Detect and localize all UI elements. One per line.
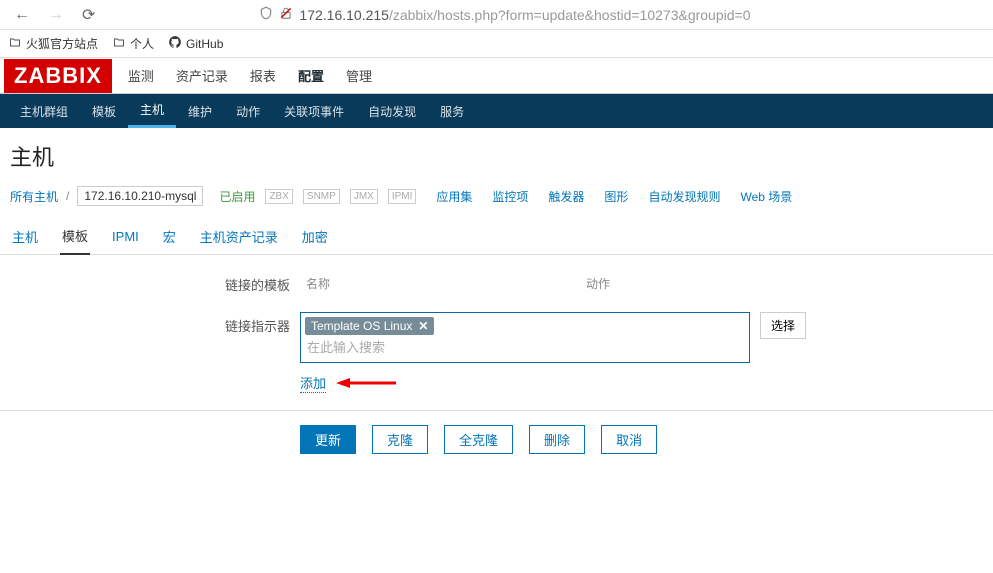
nav-monitoring[interactable]: 监测	[126, 58, 156, 93]
folder-icon	[112, 36, 126, 51]
link-web-scenarios[interactable]: Web 场景	[740, 188, 792, 205]
select-button[interactable]: 选择	[760, 312, 806, 339]
col-header-name: 名称	[300, 271, 580, 296]
bookmark-github[interactable]: GitHub	[168, 35, 223, 52]
proto-ipmi: IPMI	[388, 189, 417, 204]
tab-ipmi[interactable]: IPMI	[110, 223, 141, 252]
subnav-hostgroups[interactable]: 主机群组	[8, 94, 80, 128]
link-graphs[interactable]: 图形	[604, 188, 628, 205]
status-enabled: 已启用	[219, 188, 255, 205]
bookmark-firefox-official[interactable]: 火狐官方站点	[8, 35, 98, 52]
zabbix-logo[interactable]: ZABBIX	[4, 59, 112, 93]
insecure-lock-icon	[279, 6, 293, 23]
subnav-correlation[interactable]: 关联项事件	[272, 94, 356, 128]
subnav-actions[interactable]: 动作	[224, 94, 272, 128]
tab-templates[interactable]: 模板	[60, 220, 90, 255]
folder-icon	[8, 36, 22, 51]
template-tag-label: Template OS Linux	[311, 319, 412, 333]
delete-button[interactable]: 删除	[529, 425, 585, 454]
crumb-separator: /	[66, 189, 69, 203]
action-buttons: 更新 克隆 全克隆 删除 取消	[0, 410, 993, 454]
subnav-templates[interactable]: 模板	[80, 94, 128, 128]
arrow-annotation	[336, 375, 396, 394]
link-items[interactable]: 监控项	[492, 188, 528, 205]
bookmark-label: GitHub	[186, 37, 223, 51]
nav-inventory[interactable]: 资产记录	[174, 58, 230, 93]
browser-toolbar: ← → ⟳ 172.16.10.215/zabbix/hosts.php?for…	[0, 0, 993, 30]
github-icon	[168, 35, 182, 52]
clone-button[interactable]: 克隆	[372, 425, 428, 454]
col-header-action: 动作	[580, 271, 616, 296]
bookmarks-bar: 火狐官方站点 个人 GitHub	[0, 30, 993, 58]
back-button[interactable]: ←	[10, 4, 34, 26]
link-applications[interactable]: 应用集	[436, 188, 472, 205]
form-area: 链接的模板 名称 动作 链接指示器 Template OS Linux ✕ 选择	[0, 255, 993, 470]
subnav-services[interactable]: 服务	[428, 94, 476, 128]
link-discovery-rules[interactable]: 自动发现规则	[648, 188, 720, 205]
subnav-discovery[interactable]: 自动发现	[356, 94, 428, 128]
bookmark-label: 火狐官方站点	[26, 35, 98, 52]
nav-administration[interactable]: 管理	[344, 58, 374, 93]
proto-jmx: JMX	[350, 189, 378, 204]
nav-configuration[interactable]: 配置	[296, 58, 326, 93]
top-nav: ZABBIX 监测 资产记录 报表 配置 管理	[0, 58, 993, 94]
template-search-input[interactable]	[305, 337, 745, 358]
page-title: 主机	[0, 128, 993, 182]
reload-button[interactable]: ⟳	[78, 3, 99, 27]
bookmark-label: 个人	[130, 35, 154, 52]
proto-zbx: ZBX	[265, 189, 292, 204]
template-multiselect[interactable]: Template OS Linux ✕	[300, 312, 750, 363]
remove-tag-icon[interactable]: ✕	[418, 319, 428, 333]
tabs: 主机 模板 IPMI 宏 主机资产记录 加密	[0, 214, 993, 255]
shield-icon	[259, 6, 273, 23]
crumb-host-name: 172.16.10.210-mysql	[77, 186, 203, 206]
update-button[interactable]: 更新	[300, 425, 356, 454]
tab-host[interactable]: 主机	[10, 221, 40, 254]
subnav-hosts[interactable]: 主机	[128, 94, 176, 128]
tab-macros[interactable]: 宏	[161, 221, 178, 254]
breadcrumb: 所有主机 / 172.16.10.210-mysql 已启用 ZBX SNMP …	[0, 182, 993, 214]
cancel-button[interactable]: 取消	[601, 425, 657, 454]
template-tag: Template OS Linux ✕	[305, 317, 434, 335]
subnav-maintenance[interactable]: 维护	[176, 94, 224, 128]
link-triggers[interactable]: 触发器	[548, 188, 584, 205]
label-link-indicator: 链接指示器	[0, 312, 300, 335]
sub-nav: 主机群组 模板 主机 维护 动作 关联项事件 自动发现 服务	[0, 94, 993, 128]
add-link[interactable]: 添加	[300, 373, 326, 393]
nav-reports[interactable]: 报表	[248, 58, 278, 93]
tab-host-inventory[interactable]: 主机资产记录	[198, 221, 280, 254]
tab-encryption[interactable]: 加密	[300, 221, 330, 254]
bookmark-personal[interactable]: 个人	[112, 35, 154, 52]
url-bar[interactable]: 172.16.10.215/zabbix/hosts.php?form=upda…	[299, 7, 750, 23]
forward-button[interactable]: →	[44, 4, 68, 26]
proto-snmp: SNMP	[303, 189, 340, 204]
crumb-all-hosts[interactable]: 所有主机	[10, 188, 58, 205]
label-linked-templates: 链接的模板	[0, 271, 300, 294]
full-clone-button[interactable]: 全克隆	[444, 425, 513, 454]
